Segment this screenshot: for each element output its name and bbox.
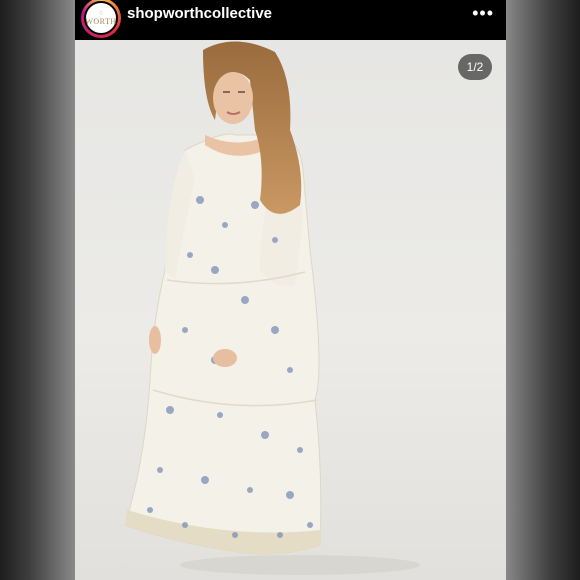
hand — [213, 349, 237, 367]
username[interactable]: shopworthcollective — [127, 5, 272, 22]
model-photo — [124, 41, 420, 575]
image-counter-badge: 1/2 — [458, 54, 492, 80]
left-backdrop — [0, 0, 75, 580]
post-header: ♢ WORTH shopworthcollective ••• — [75, 0, 506, 40]
right-backdrop — [505, 0, 580, 580]
avatar[interactable]: ♢ WORTH — [84, 1, 118, 35]
instagram-post: ♢ WORTH shopworthcollective ••• 1/2 — [75, 0, 506, 580]
face — [213, 72, 253, 124]
post-image[interactable]: 1/2 — [75, 40, 506, 580]
story-ring[interactable]: ♢ WORTH — [81, 0, 121, 38]
avatar-logo-text: WORTH — [85, 16, 117, 26]
floor-shadow — [180, 555, 420, 575]
more-horizontal-icon[interactable]: ••• — [472, 3, 494, 24]
left-hand — [149, 326, 161, 354]
